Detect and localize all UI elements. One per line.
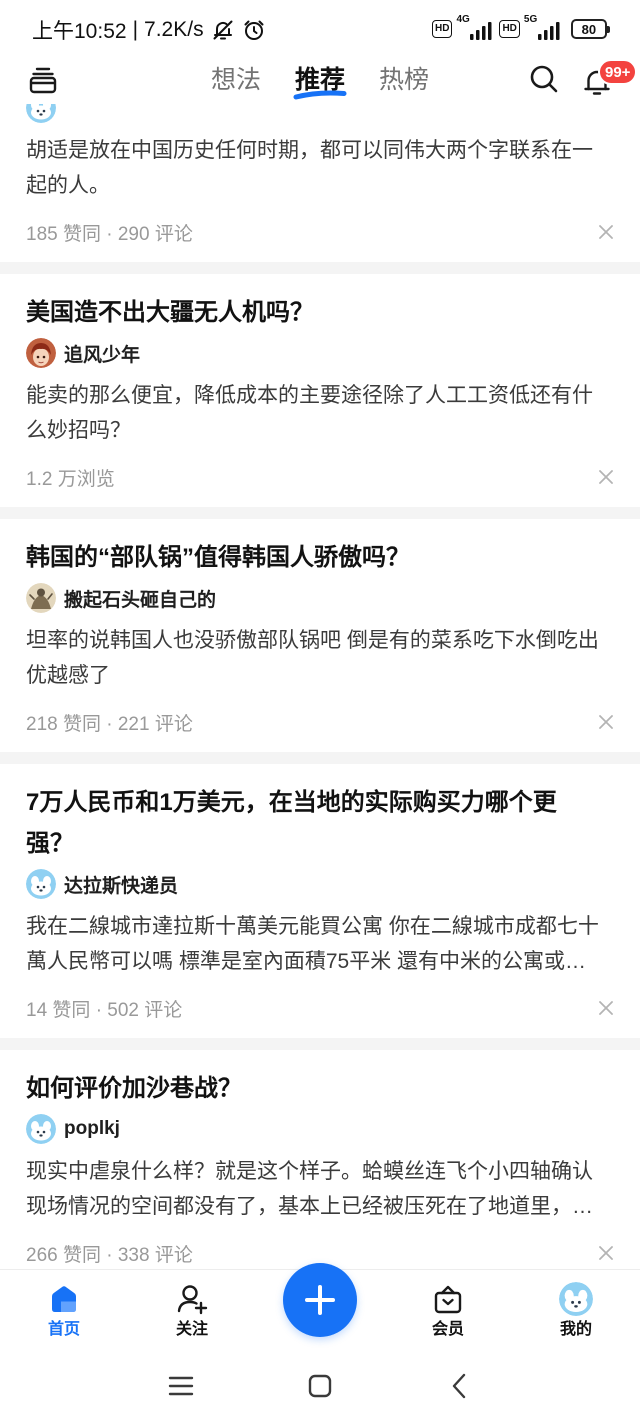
card-meta: 218 赞同 · 221 评论 bbox=[26, 704, 613, 740]
nav-home[interactable]: 首页 bbox=[14, 1270, 114, 1350]
card-stats: 185 赞同 · 290 评论 bbox=[26, 223, 193, 245]
signal-icon: 5G bbox=[523, 14, 561, 40]
nav-label: 我的 bbox=[559, 1321, 592, 1338]
card-stats: 1.2 万浏览 bbox=[26, 468, 115, 490]
card-meta: 185 赞同 · 290 评论 bbox=[26, 214, 613, 250]
menu-icon[interactable] bbox=[28, 65, 58, 95]
card-stats: 266 赞同 · 338 评论 bbox=[26, 1244, 193, 1266]
close-icon[interactable] bbox=[596, 222, 616, 242]
author-avatar[interactable] bbox=[26, 1114, 56, 1144]
home-square-icon[interactable] bbox=[306, 1372, 334, 1400]
close-icon[interactable] bbox=[596, 467, 616, 487]
author-row[interactable] bbox=[26, 104, 610, 128]
network-type: 4G bbox=[456, 14, 470, 25]
network-type: 5G bbox=[523, 14, 538, 25]
author-name[interactable]: 追风少年 bbox=[64, 340, 140, 367]
status-right: HD 4G HD 5G 80 bbox=[432, 14, 610, 41]
card-meta: 1.2 万浏览 bbox=[26, 459, 613, 495]
back-icon[interactable] bbox=[445, 1372, 473, 1400]
question-title[interactable]: 7万人民币和1万美元，在当地的实际购买力哪个更强？ bbox=[26, 782, 576, 864]
author-name[interactable]: poplkj bbox=[64, 1118, 120, 1140]
answer-excerpt[interactable]: 胡适是放在中国历史任何时期，都可以同伟大两个字联系在一起的人。 bbox=[26, 133, 610, 203]
author-row[interactable]: 达拉斯快递员 bbox=[26, 864, 610, 904]
author-avatar[interactable] bbox=[26, 583, 56, 613]
author-row[interactable]: 追风少年 bbox=[26, 333, 610, 373]
answer-excerpt[interactable]: 现实中虐泉什么样？就是这个样子。蛤蟆丝连飞个小四轴确认现场情况的空间都没有了，基… bbox=[26, 1154, 610, 1224]
hd-badge: HD bbox=[499, 20, 520, 38]
status-separator: | bbox=[132, 18, 139, 41]
vip-bag-icon bbox=[431, 1282, 465, 1316]
feed-card[interactable]: 7万人民币和1万美元，在当地的实际购买力哪个更强？ 达拉斯快递员 我在二線城市達… bbox=[0, 764, 640, 1038]
feed-card[interactable]: 韩国的“部队锅”值得韩国人骄傲吗？ 搬起石头砸自己的 坦率的说韩国人也没骄傲部队… bbox=[0, 519, 640, 752]
card-meta: 14 赞同 · 502 评论 bbox=[26, 990, 613, 1026]
close-icon[interactable] bbox=[596, 712, 616, 732]
nav-label: 首页 bbox=[47, 1321, 80, 1338]
home-icon bbox=[47, 1282, 81, 1316]
avatar bbox=[559, 1282, 593, 1316]
feed-card[interactable]: 胡适是放在中国历史任何时期，都可以同伟大两个字联系在一起的人。 185 赞同 ·… bbox=[0, 104, 640, 262]
author-row[interactable]: poplkj bbox=[26, 1109, 610, 1149]
question-title[interactable]: 韩国的“部队锅”值得韩国人骄傲吗？ bbox=[26, 537, 576, 578]
clock: 上午10:52 bbox=[32, 20, 127, 43]
answer-excerpt[interactable]: 能卖的那么便宜，降低成本的主要途径除了人工工资低还有什么妙招吗？ bbox=[26, 378, 610, 448]
status-bar: 上午10:52 | 7.2K/s HD 4G HD 5G 80 bbox=[0, 0, 640, 56]
card-stats: 14 赞同 · 502 评论 bbox=[26, 999, 183, 1021]
answer-excerpt[interactable]: 我在二線城市達拉斯十萬美元能買公寓 你在二線城市成都七十萬人民幣可以嗎 標準是室… bbox=[26, 909, 610, 979]
close-icon[interactable] bbox=[596, 998, 616, 1018]
nav-label: 关注 bbox=[175, 1321, 208, 1338]
card-stats: 218 赞同 · 221 评论 bbox=[26, 713, 193, 735]
author-avatar[interactable] bbox=[26, 104, 56, 123]
search-icon[interactable] bbox=[529, 64, 559, 94]
feed-card[interactable]: 美国造不出大疆无人机吗？ 追风少年 能卖的那么便宜，降低成本的主要途径除了人工工… bbox=[0, 274, 640, 507]
signal-icon: 4G bbox=[455, 14, 493, 40]
author-avatar[interactable] bbox=[26, 338, 56, 368]
system-nav-bar bbox=[0, 1350, 640, 1422]
recent-apps-icon[interactable] bbox=[167, 1372, 195, 1400]
tab-ideas[interactable]: 想法 bbox=[201, 56, 271, 104]
battery-icon: 80 bbox=[570, 19, 610, 39]
bottom-nav: 首页 关注 会员 我的 bbox=[0, 1263, 640, 1350]
alarm-icon bbox=[242, 18, 266, 42]
battery-level: 80 bbox=[581, 21, 597, 37]
author-row[interactable]: 搬起石头砸自己的 bbox=[26, 578, 610, 618]
notification-badge: 99+ bbox=[598, 59, 638, 85]
follow-icon bbox=[175, 1282, 209, 1316]
answer-excerpt[interactable]: 坦率的说韩国人也没骄傲部队锅吧 倒是有的菜系吃下水倒吃出优越感了 bbox=[26, 623, 610, 693]
compose-button[interactable] bbox=[283, 1263, 357, 1337]
question-title[interactable]: 美国造不出大疆无人机吗？ bbox=[26, 292, 576, 333]
mute-icon bbox=[211, 18, 235, 42]
top-nav: 想法 推荐 热榜 99+ bbox=[0, 56, 640, 104]
question-title[interactable]: 如何评价加沙巷战？ bbox=[26, 1068, 576, 1109]
feed[interactable]: 胡适是放在中国历史任何时期，都可以同伟大两个字联系在一起的人。 185 赞同 ·… bbox=[0, 104, 640, 1270]
nav-follow[interactable]: 关注 bbox=[142, 1270, 242, 1350]
status-left: 上午10:52 | 7.2K/s bbox=[32, 16, 266, 44]
close-icon[interactable] bbox=[596, 1243, 616, 1263]
tab-hot-list[interactable]: 热榜 bbox=[369, 56, 439, 104]
network-speed: 7.2K/s bbox=[144, 18, 204, 41]
author-name[interactable]: 搬起石头砸自己的 bbox=[64, 585, 216, 612]
plus-icon bbox=[305, 1285, 335, 1315]
author-avatar[interactable] bbox=[26, 869, 56, 899]
feed-card[interactable]: 如何评价加沙巷战？ poplkj 现实中虐泉什么样？就是这个样子。蛤蟆丝连飞个小… bbox=[0, 1050, 640, 1270]
nav-label: 会员 bbox=[431, 1321, 464, 1338]
nav-me[interactable]: 我的 bbox=[526, 1270, 626, 1350]
active-tab-indicator bbox=[293, 90, 347, 100]
nav-vip[interactable]: 会员 bbox=[398, 1270, 498, 1350]
hd-badge: HD bbox=[432, 20, 453, 38]
author-name[interactable]: 达拉斯快递员 bbox=[64, 871, 178, 898]
